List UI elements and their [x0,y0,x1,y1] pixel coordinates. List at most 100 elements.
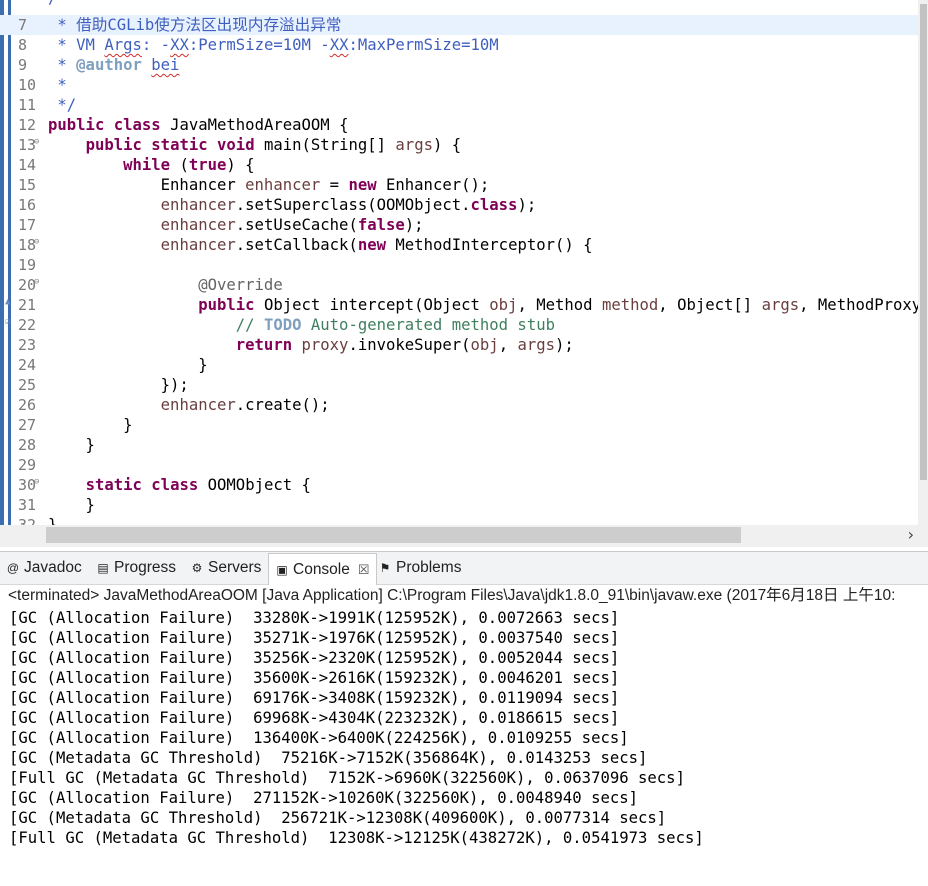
code-line[interactable]: 25 }); [0,375,918,395]
code-text: } [48,416,133,434]
code-text: while (true) { [123,156,255,174]
code-text: @Override [198,276,283,294]
line-number: 12 [18,116,37,134]
vertical-scroll-thumb[interactable] [920,4,927,480]
code-line[interactable]: 17 enhancer.setUseCache(false); [0,215,918,235]
code-editor[interactable]: /7 * 借助CGLib使方法区出现内存溢出异常8 * VM Args: -XX… [0,0,928,548]
code-line[interactable]: 19 [0,255,918,275]
vertical-scrollbar[interactable] [918,0,928,525]
tab-label: Problems [396,559,462,576]
progress-icon: ▤ [97,561,109,575]
line-number: 27 [18,416,37,434]
tab-label: Javadoc [24,559,82,576]
close-tab-icon[interactable]: ☒ [358,562,370,578]
line-number: 9 [18,56,28,74]
line-number: 23 [18,336,37,354]
code-line[interactable]: 12 public class JavaMethodAreaOOM { [0,115,918,135]
code-line[interactable]: 8 * VM Args: -XX:PermSize=10M -XX:MaxPer… [0,35,918,55]
console-line: [Full GC (Metadata GC Threshold) 12308K-… [9,829,704,847]
fold-toggle-icon[interactable]: ⊖ [34,235,39,249]
line-number: 28 [18,436,37,454]
tab-problems[interactable]: ⚑ Problems [378,552,462,584]
console-icon: ▣ [276,562,288,577]
tab-servers[interactable]: ⚙ Servers [190,552,262,584]
code-text: / [48,0,57,8]
code-text: }); [48,376,189,394]
code-line[interactable]: / [0,0,918,8]
console-output[interactable]: [GC (Allocation Failure) 33280K->1991K(1… [0,608,928,886]
panel-tab-bar: @ Javadoc ▤ Progress ⚙ Servers ▣ Console ☒ ⚑ Probl… [0,552,928,585]
code-text: } [48,356,208,374]
tab-javadoc[interactable]: @ Javadoc [6,552,82,584]
code-line[interactable]: 29 [0,455,918,475]
line-number: 15 [18,176,37,194]
code-line[interactable]: 14 while (true) { [0,155,918,175]
code-text: enhancer.setCallback(new MethodIntercept… [160,236,593,254]
code-text: static class OOMObject { [85,476,311,494]
console-line: [GC (Allocation Failure) 271152K->10260K… [9,789,639,807]
line-number: 16 [18,196,37,214]
line-number: 29 [18,456,37,474]
line-number: 10 [18,76,37,94]
tab-console[interactable]: ▣ Console ☒ [268,553,377,585]
line-number: 31 [18,496,37,514]
code-line[interactable]: 24 } [0,355,918,375]
code-line[interactable]: 18 ⊖ enhancer.setCallback(new MethodInter… [0,235,918,255]
fold-toggle-icon[interactable]: ⊖ [34,135,39,149]
task-marker-icon[interactable]: ☑ [5,317,10,327]
code-line[interactable]: 15 Enhancer enhancer = new Enhancer(); [0,175,918,195]
code-line[interactable]: 9 * @author bei [0,55,918,75]
code-text: */ [48,96,77,114]
code-lines[interactable]: /7 * 借助CGLib使方法区出现内存溢出异常8 * VM Args: -XX… [0,0,918,525]
code-line[interactable]: 31 } [0,495,918,515]
line-number: 26 [18,396,37,414]
code-line[interactable]: 28 } [0,435,918,455]
code-line[interactable]: 27 } [0,415,918,435]
code-line[interactable]: 13 ⊖ public static void main(String[] arg… [0,135,918,155]
code-line[interactable]: 20 ⊖ @Override [0,275,918,295]
horizontal-scroll-thumb[interactable] [46,527,741,543]
code-text: public class JavaMethodAreaOOM { [48,116,349,134]
line-number: 7 [18,16,28,34]
code-text: enhancer.create(); [160,396,330,414]
line-number: 32 [18,516,37,525]
code-line[interactable]: 7 * 借助CGLib使方法区出现内存溢出异常 [0,15,918,35]
code-text: public Object intercept(Object obj, Meth… [198,296,918,314]
code-line[interactable]: 26 enhancer.create(); [0,395,918,415]
console-line: [GC (Metadata GC Threshold) 256721K->123… [9,809,667,827]
servers-icon: ⚙ [191,561,203,575]
line-number: 17 [18,216,37,234]
line-number: 22 [18,316,37,334]
console-line: [GC (Allocation Failure) 35256K->2320K(1… [9,649,620,667]
code-text: * VM Args: -XX:PermSize=10M -XX:MaxPermS… [48,36,499,54]
console-terminated-label: <terminated> JavaMethodAreaOOM [Java App… [0,585,928,607]
scroll-right-arrow-icon[interactable]: › [908,525,914,545]
override-marker-icon[interactable]: ▲ [5,297,10,307]
horizontal-scrollbar[interactable]: › [0,525,928,547]
fold-toggle-icon[interactable]: ⊖ [34,275,39,289]
code-line[interactable]: 23 return proxy.invokeSuper(obj, args); [0,335,918,355]
console-line: [GC (Allocation Failure) 136400K->6400K(… [9,729,629,747]
line-number: 19 [18,256,37,274]
bottom-panel: @ Javadoc ▤ Progress ⚙ Servers ▣ Console ☒ ⚑ Probl… [0,551,928,886]
console-line: [Full GC (Metadata GC Threshold) 7152K->… [9,769,685,787]
tab-progress[interactable]: ▤ Progress [96,552,176,584]
code-line[interactable]: 11 */ [0,95,918,115]
code-text: * [48,76,67,94]
code-line[interactable]: 32} [0,515,918,525]
code-line[interactable]: 16 enhancer.setSuperclass(OOMObject.clas… [0,195,918,215]
line-number: 14 [18,156,37,174]
line-number: 21 [18,296,37,314]
problems-icon: ⚑ [379,561,391,575]
code-line[interactable]: 22 ☑ // TODO Auto-generated method stub [0,315,918,335]
console-line: [GC (Allocation Failure) 35600K->2616K(1… [9,669,620,687]
code-line[interactable]: 10 * [0,75,918,95]
line-number: 8 [18,36,28,54]
code-text: * @author bei [48,56,180,74]
console-line: [GC (Allocation Failure) 69176K->3408K(1… [9,689,620,707]
fold-toggle-icon[interactable]: ⊖ [34,475,39,489]
code-text: * 借助CGLib使方法区出现内存溢出异常 [48,16,342,34]
code-line[interactable]: 30 ⊖ static class OOMObject { [0,475,918,495]
code-line[interactable]: 21 ▲ public Object intercept(Object obj, … [0,295,918,315]
line-number: 25 [18,376,37,394]
